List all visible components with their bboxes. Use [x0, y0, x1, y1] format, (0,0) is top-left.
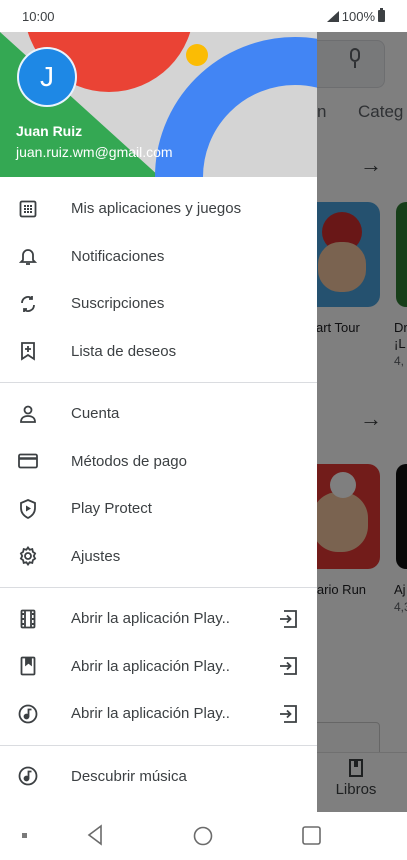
menu-divider [0, 744, 317, 746]
menu-item-label: Abrir la aplicación Play.. [71, 657, 230, 675]
menu-item-label: Notificaciones [71, 247, 165, 265]
account-email[interactable]: juan.ruiz.wm@gmail.com [16, 144, 173, 160]
battery-percent: 100% [341, 8, 375, 24]
header-decoration-yellow [186, 44, 208, 66]
system-nav-bar [0, 812, 407, 860]
menu-item-label: Lista de deseos [71, 342, 177, 360]
menu-item-play-protect[interactable]: Play Protect [0, 485, 317, 533]
person-icon [17, 403, 39, 425]
drawer-menu: Mis aplicaciones y juegos Notificaciones… [0, 177, 317, 800]
battery-icon [378, 8, 385, 22]
menu-item-label: Ajustes [71, 547, 121, 565]
status-time: 10:00 [22, 8, 55, 24]
menu-divider [0, 587, 317, 588]
menu-item-label: Métodos de pago [71, 452, 187, 470]
bookmark-plus-icon [17, 340, 39, 362]
avatar[interactable]: J [17, 47, 77, 107]
menu-item-label: Mis aplicaciones y juegos [71, 200, 242, 218]
music-note-icon [17, 765, 39, 787]
refresh-icon [17, 293, 39, 315]
film-icon [17, 608, 39, 630]
menu-item-account[interactable]: Cuenta [0, 390, 317, 438]
menu-item-open-play-music[interactable]: Abrir la aplicación Play.. [0, 690, 317, 738]
book-icon [17, 655, 39, 677]
menu-item-discover-music[interactable]: Descubrir música [0, 753, 317, 801]
apps-grid-icon [17, 198, 39, 220]
back-icon[interactable] [86, 824, 104, 846]
bell-icon [17, 245, 39, 267]
menu-item-open-play-books[interactable]: Abrir la aplicación Play.. [0, 643, 317, 691]
menu-item-my-apps[interactable]: Mis aplicaciones y juegos [0, 185, 317, 233]
menu-item-wishlist[interactable]: Lista de deseos [0, 328, 317, 376]
recents-icon[interactable] [302, 826, 321, 845]
menu-dot-icon [22, 833, 27, 838]
menu-item-label: Cuenta [71, 405, 120, 423]
open-external-icon[interactable] [276, 702, 300, 726]
signal-icon [326, 10, 339, 22]
status-bar: 10:00 100% [0, 0, 407, 32]
menu-item-notifications[interactable]: Notificaciones [0, 233, 317, 281]
shield-play-icon [17, 498, 39, 520]
drawer-header: J Juan Ruiz juan.ruiz.wm@gmail.com [0, 32, 317, 177]
gear-icon [17, 545, 39, 567]
credit-card-icon [17, 450, 39, 472]
menu-item-label: Abrir la aplicación Play.. [71, 610, 230, 628]
menu-item-open-play-movies[interactable]: Abrir la aplicación Play.. [0, 595, 317, 643]
menu-item-label: Play Protect [71, 500, 152, 518]
account-name: Juan Ruiz [16, 123, 83, 139]
navigation-drawer: J Juan Ruiz juan.ruiz.wm@gmail.com Mis a… [0, 32, 317, 812]
home-icon[interactable] [193, 826, 213, 846]
music-note-icon [17, 703, 39, 725]
open-external-icon[interactable] [276, 654, 300, 678]
menu-item-subscriptions[interactable]: Suscripciones [0, 280, 317, 328]
menu-divider [0, 382, 317, 383]
menu-item-settings[interactable]: Ajustes [0, 533, 317, 581]
open-external-icon[interactable] [276, 607, 300, 631]
menu-item-label: Suscripciones [71, 295, 165, 313]
menu-item-payment-methods[interactable]: Métodos de pago [0, 438, 317, 486]
menu-item-label: Descubrir música [71, 767, 187, 785]
status-indicators: 100% [326, 8, 385, 24]
header-decoration-blue [155, 37, 317, 177]
menu-item-label: Abrir la aplicación Play.. [71, 705, 230, 723]
